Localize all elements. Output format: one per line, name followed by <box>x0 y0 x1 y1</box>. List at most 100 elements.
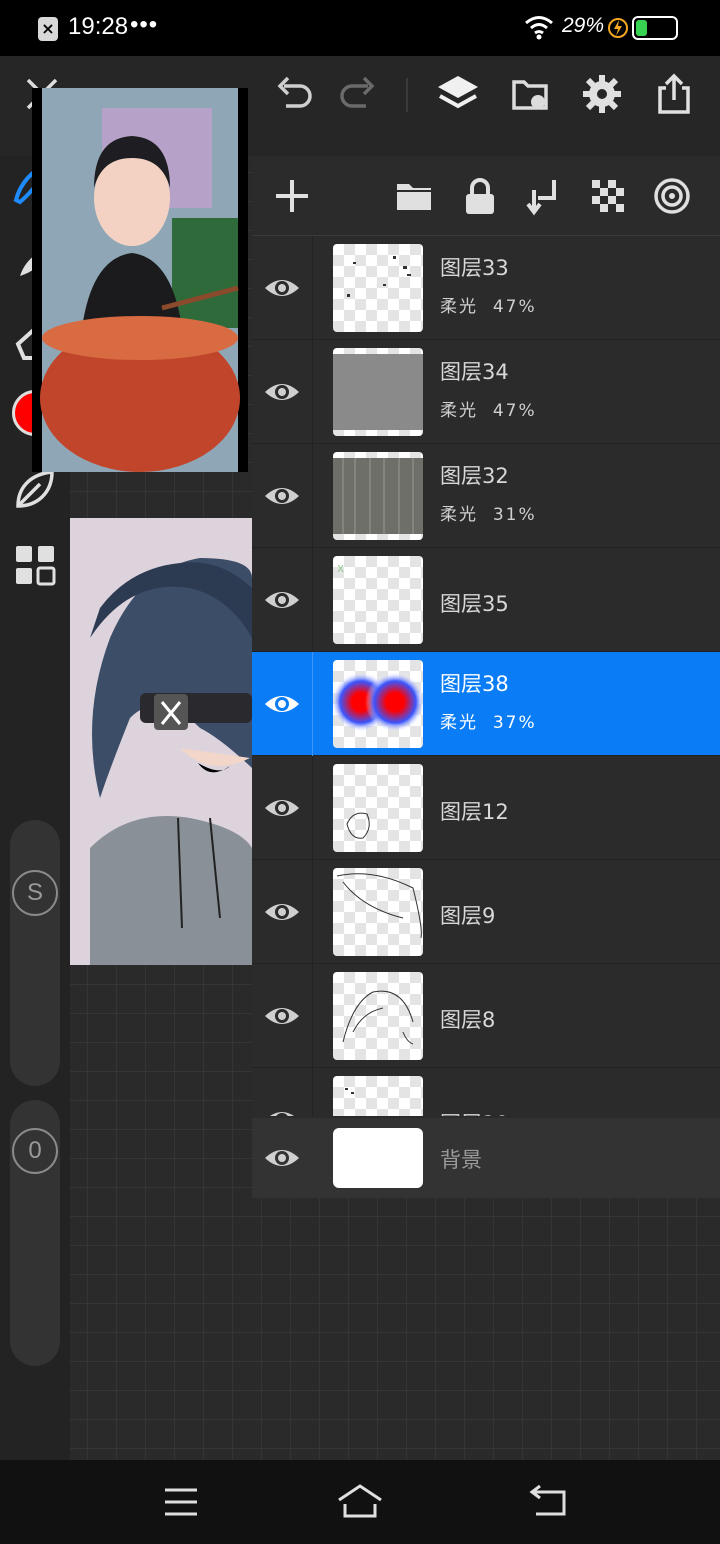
battery-icon <box>632 16 678 40</box>
navigation-bar <box>0 1460 720 1544</box>
share-icon[interactable] <box>652 72 696 116</box>
status-time: 19:28 <box>68 13 129 40</box>
layer-name: 图层34 <box>440 360 509 384</box>
layer-thumbnail[interactable] <box>333 452 423 540</box>
opacity-knob[interactable]: 0 <box>12 1128 58 1174</box>
artwork-canvas[interactable] <box>70 518 252 965</box>
background-layer-name: 背景 <box>440 1148 482 1172</box>
toolbar-divider <box>406 78 408 112</box>
video-frame <box>40 88 240 472</box>
blend-mode: 柔光 <box>440 297 478 317</box>
layer-row[interactable]: x 图层35 <box>252 548 720 652</box>
row-divider <box>312 340 313 444</box>
eye-icon[interactable] <box>262 268 302 308</box>
battery-level <box>636 20 647 36</box>
layer-thumbnail[interactable]: x <box>333 556 423 644</box>
merge-down-icon[interactable] <box>524 176 564 216</box>
layer-name: 图层9 <box>440 904 496 928</box>
layer-name: 图层35 <box>440 592 509 616</box>
eye-icon[interactable] <box>262 372 302 412</box>
layer-blend-mode: 柔光 47% <box>440 292 537 317</box>
layer-thumbnail[interactable] <box>333 244 423 332</box>
layer-name: 图层33 <box>440 256 509 280</box>
redo-icon[interactable] <box>336 72 380 116</box>
row-divider <box>312 964 313 1068</box>
layer-row[interactable]: 图层9 <box>252 860 720 964</box>
row-divider <box>312 756 313 860</box>
layer-name: 图层32 <box>440 464 509 488</box>
layer-list: 图层33 柔光 47% 图层34 柔光 47% 图层32 柔光 31% x 图层35 图层38 柔… <box>252 236 720 1116</box>
row-divider <box>312 652 313 756</box>
eye-icon[interactable] <box>262 892 302 932</box>
blend-mode: 柔光 <box>440 401 478 421</box>
layer-row[interactable]: 图层32 柔光 31% <box>252 444 720 548</box>
layer-thumbnail[interactable] <box>333 764 423 852</box>
layer-row[interactable]: 图层33 柔光 47% <box>252 236 720 340</box>
layer-row[interactable]: 图层20 <box>252 1068 720 1116</box>
gear-icon[interactable] <box>580 72 624 116</box>
lock-icon[interactable] <box>460 176 500 216</box>
layer-thumbnail[interactable] <box>333 972 423 1060</box>
layers-toolbar <box>252 156 720 236</box>
layer-opacity: 47% <box>492 401 537 421</box>
layer-name: 图层12 <box>440 800 509 824</box>
layers-icon[interactable] <box>436 72 480 116</box>
layer-thumbnail[interactable] <box>333 868 423 956</box>
row-divider <box>312 548 313 652</box>
layer-thumbnail[interactable] <box>333 348 423 436</box>
layer-opacity: 37% <box>492 713 537 733</box>
eye-icon[interactable] <box>262 1138 302 1178</box>
battery-percent: 29% <box>562 14 605 37</box>
eye-icon[interactable] <box>262 788 302 828</box>
menu-icon[interactable] <box>156 1482 206 1522</box>
layer-blend-mode: 柔光 37% <box>440 708 537 733</box>
brush-size-slider[interactable] <box>10 820 60 1086</box>
layers-panel: 图层33 柔光 47% 图层34 柔光 47% 图层32 柔光 31% x 图层35 图层38 柔… <box>252 156 720 1198</box>
background-thumbnail <box>333 1128 423 1188</box>
layer-thumbnail[interactable] <box>333 660 423 748</box>
home-icon[interactable] <box>335 1482 385 1522</box>
target-icon[interactable] <box>652 176 692 216</box>
layer-row[interactable]: 图层34 柔光 47% <box>252 340 720 444</box>
layer-opacity: 31% <box>492 505 537 525</box>
checker-icon[interactable] <box>588 176 628 216</box>
layer-name: 图层8 <box>440 1008 496 1032</box>
blend-mode: 柔光 <box>440 505 478 525</box>
eye-icon[interactable] <box>262 684 302 724</box>
notification-icon: × <box>38 17 58 41</box>
blend-mode: 柔光 <box>440 713 478 733</box>
svg-text:x: x <box>337 561 344 575</box>
charging-icon <box>608 18 628 38</box>
status-more-dots: ••• <box>130 11 159 38</box>
row-divider <box>312 444 313 548</box>
row-divider <box>312 860 313 964</box>
character-drawing <box>70 518 252 965</box>
brush-size-knob[interactable]: S <box>12 870 58 916</box>
layer-name: 图层38 <box>440 672 509 696</box>
layer-blend-mode: 柔光 31% <box>440 500 537 525</box>
background-layer-row[interactable]: 背景 <box>252 1118 720 1198</box>
eye-icon[interactable] <box>262 476 302 516</box>
eye-icon[interactable] <box>262 996 302 1036</box>
eye-icon[interactable] <box>262 580 302 620</box>
layer-row[interactable]: 图层8 <box>252 964 720 1068</box>
import-icon[interactable] <box>508 72 552 116</box>
layer-name: 图层20 <box>440 1108 509 1116</box>
status-bar: × 19:28 ••• 29% <box>0 0 720 56</box>
undo-icon[interactable] <box>272 72 316 116</box>
back-icon[interactable] <box>524 1482 574 1522</box>
eye-icon[interactable] <box>262 1100 302 1116</box>
row-divider <box>312 1068 313 1116</box>
leaf-icon[interactable] <box>12 466 58 512</box>
row-divider <box>312 236 313 340</box>
layer-row[interactable]: 图层12 <box>252 756 720 860</box>
add-icon[interactable] <box>272 176 312 216</box>
wifi-icon <box>525 16 553 40</box>
grid-icon[interactable] <box>12 542 58 588</box>
floating-video[interactable] <box>32 88 248 472</box>
layer-opacity: 47% <box>492 297 537 317</box>
layer-blend-mode: 柔光 47% <box>440 396 537 421</box>
folder-icon[interactable] <box>394 176 434 216</box>
layer-thumbnail[interactable] <box>333 1076 423 1116</box>
layer-row[interactable]: 图层38 柔光 37% <box>252 652 720 756</box>
